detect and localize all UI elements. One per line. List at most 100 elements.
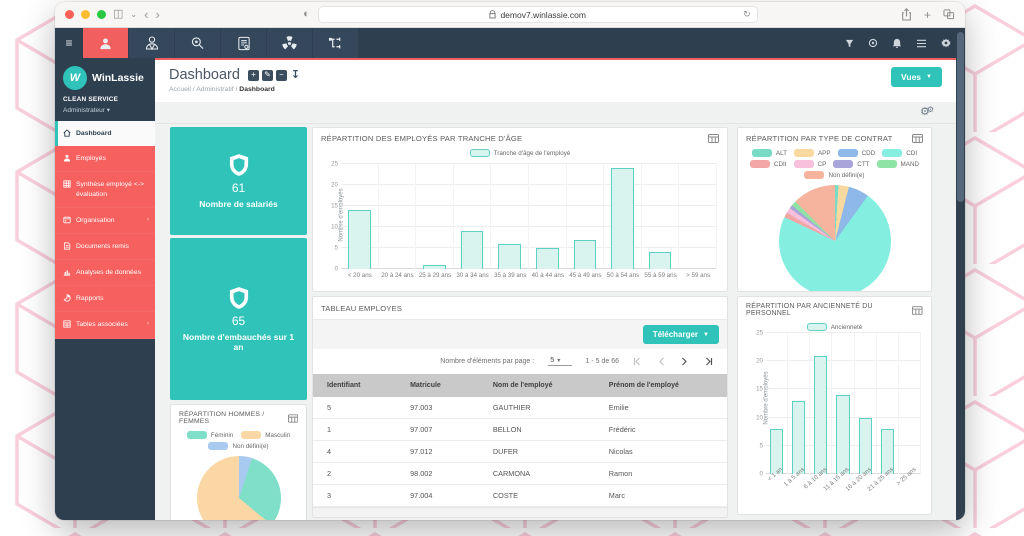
- bar[interactable]: [792, 401, 805, 474]
- prev-page-icon[interactable]: [658, 357, 665, 366]
- gear-icon[interactable]: [941, 38, 951, 48]
- stat-card-salaries[interactable]: 61 Nombre de salariés: [170, 127, 307, 235]
- sidebar-item-rapports[interactable]: Rapports: [55, 286, 155, 312]
- page-scrollbar[interactable]: [956, 28, 965, 520]
- table-row[interactable]: 298.002CARMONARamon: [313, 463, 727, 485]
- table-row[interactable]: 597.003GAUTHIEREmilie: [313, 397, 727, 419]
- role-selector[interactable]: Administrateur ▾: [63, 106, 147, 114]
- bar[interactable]: [498, 244, 521, 269]
- table-row[interactable]: 497.012DUFERNicolas: [313, 441, 727, 463]
- gender-pie-chart[interactable]: [197, 456, 281, 520]
- bar[interactable]: [836, 395, 849, 474]
- reload-icon[interactable]: ↻: [743, 9, 751, 20]
- last-page-icon[interactable]: [704, 357, 713, 366]
- address-bar[interactable]: demov7.winlassie.com ↻: [318, 6, 758, 23]
- document-icon: [63, 242, 71, 250]
- bar[interactable]: [814, 356, 827, 474]
- close-window-button[interactable]: [65, 10, 74, 19]
- sidebar-item-tables-associ-es[interactable]: Tables associées›: [55, 312, 155, 338]
- module-certificate-icon[interactable]: [221, 28, 267, 58]
- column-header[interactable]: Matricule: [404, 374, 487, 397]
- minimize-window-button[interactable]: [81, 10, 90, 19]
- legend-item[interactable]: Masculin: [241, 431, 290, 439]
- settings-icon[interactable]: [868, 38, 878, 48]
- legend-item[interactable]: CDD: [838, 149, 876, 157]
- url-text: demov7.winlassie.com: [500, 10, 586, 20]
- legend-label: CP: [818, 161, 827, 168]
- bar[interactable]: [348, 210, 371, 269]
- download-icon[interactable]: ↧: [290, 70, 301, 81]
- share-icon[interactable]: [901, 8, 912, 21]
- legend-item[interactable]: CDI: [882, 149, 917, 157]
- sub-toolbar: ⚙⚙: [155, 102, 956, 124]
- card-title: TABLEAU EMPLOYES: [321, 304, 402, 313]
- legend-item[interactable]: Non défini(e): [804, 171, 864, 179]
- sidebar-item-employ-s[interactable]: Employés: [55, 146, 155, 172]
- remove-icon[interactable]: −: [276, 70, 287, 81]
- download-button[interactable]: Télécharger▼: [643, 325, 719, 344]
- filter-icon[interactable]: [845, 39, 854, 48]
- new-tab-icon[interactable]: +: [924, 8, 931, 22]
- table-view-icon[interactable]: [912, 306, 923, 315]
- module-mapping-icon[interactable]: [313, 28, 359, 58]
- legend-item[interactable]: Non défini(e): [208, 442, 268, 450]
- add-icon[interactable]: +: [248, 70, 259, 81]
- org-icon: [63, 216, 71, 224]
- chevron-down-icon[interactable]: ⌄: [130, 11, 137, 19]
- bell-icon[interactable]: [892, 38, 902, 49]
- module-search-audit-icon[interactable]: [175, 28, 221, 58]
- table-row[interactable]: 397.004COSTEMarc: [313, 485, 727, 507]
- forward-icon[interactable]: ›: [155, 7, 159, 22]
- legend-item[interactable]: CTT: [833, 160, 869, 168]
- column-header[interactable]: Identifiant: [313, 374, 404, 397]
- table-view-icon[interactable]: [912, 134, 923, 143]
- bar[interactable]: [536, 248, 559, 269]
- table-view-icon[interactable]: [708, 134, 719, 143]
- sidebar-item-documents-remis[interactable]: Documents remis: [55, 234, 155, 260]
- table-row[interactable]: 197.007BELLONFrédéric: [313, 419, 727, 441]
- stat-card-hires[interactable]: 65 Nombre d'embauchés sur 1 an: [170, 238, 307, 400]
- column-header[interactable]: Prénom de l'employé: [603, 374, 727, 397]
- hamburger-menu-icon[interactable]: ≡: [55, 36, 83, 50]
- table-cell: 97.003: [404, 397, 487, 418]
- y-tick-label: 10: [331, 224, 338, 231]
- page-title: Dashboard: [169, 67, 240, 83]
- shield-icon: [229, 286, 249, 310]
- privacy-shield-icon[interactable]: ◐: [303, 9, 310, 20]
- zoom-window-button[interactable]: [97, 10, 106, 19]
- x-tick-label: < 20 ans: [341, 269, 379, 283]
- breadcrumb-section[interactable]: Administratif: [196, 86, 233, 93]
- bar[interactable]: [574, 240, 597, 269]
- column-header[interactable]: Nom de l'employé: [487, 374, 603, 397]
- legend-item[interactable]: ALT: [752, 149, 787, 157]
- legend-item[interactable]: CDII: [750, 160, 787, 168]
- module-radiation-icon[interactable]: [267, 28, 313, 58]
- views-button[interactable]: Vues▼: [891, 67, 942, 87]
- sidebar-item-synth-se-employ-valuation[interactable]: Synthèse employé <-> évaluation: [55, 172, 155, 207]
- next-page-icon[interactable]: [681, 357, 688, 366]
- sidebar-item-analyses-de-donn-es[interactable]: Analyses de données: [55, 260, 155, 286]
- legend-item[interactable]: MAND: [877, 160, 920, 168]
- module-user-icon[interactable]: [83, 28, 129, 58]
- contract-pie-chart[interactable]: [779, 185, 891, 292]
- settings-gears-icon[interactable]: ⚙⚙: [920, 105, 934, 118]
- bar[interactable]: [649, 252, 672, 269]
- sidebar-item-organisation[interactable]: Organisation›: [55, 208, 155, 234]
- table-view-icon[interactable]: [288, 414, 298, 423]
- back-icon[interactable]: ‹: [144, 7, 148, 22]
- legend-item[interactable]: APP: [794, 149, 831, 157]
- bar-slot: [604, 164, 642, 269]
- bar[interactable]: [611, 168, 634, 269]
- legend-item[interactable]: Féminin: [187, 431, 233, 439]
- per-page-select[interactable]: 5 ▼: [548, 357, 571, 366]
- bar[interactable]: [461, 231, 484, 269]
- sidebar-toggle-icon[interactable]: ◫: [113, 9, 123, 20]
- first-page-icon[interactable]: [633, 357, 642, 366]
- legend-item[interactable]: CP: [794, 160, 827, 168]
- tab-overview-icon[interactable]: [943, 9, 955, 20]
- module-worker-icon[interactable]: [129, 28, 175, 58]
- list-icon[interactable]: [916, 39, 927, 48]
- breadcrumb-home[interactable]: Accueil: [169, 86, 191, 93]
- sidebar-item-dashboard[interactable]: Dashboard: [55, 121, 155, 146]
- edit-icon[interactable]: ✎: [262, 70, 273, 81]
